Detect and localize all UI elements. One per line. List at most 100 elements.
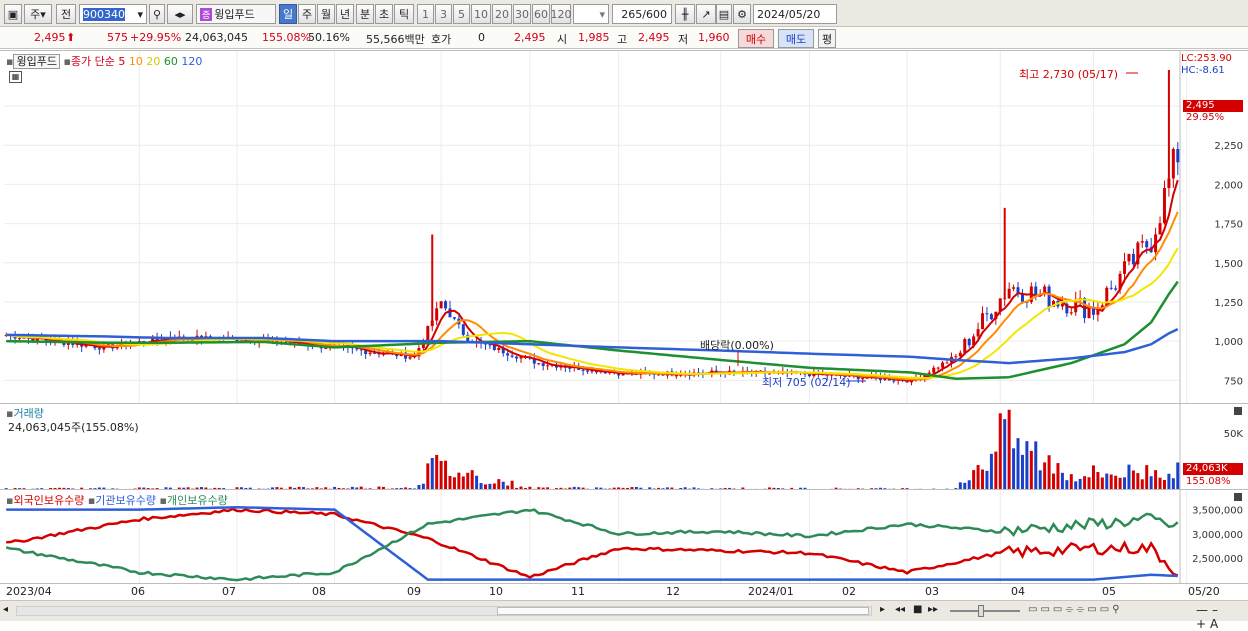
toolbar: ▣ 주 ▾ 전 900340 ▾ ⚲ ◂▸ 증 윙입푸드 일 주 월 년 분 초 틱 … [0, 0, 1248, 27]
low-label: 저 [678, 33, 689, 46]
chevron-down-icon[interactable]: ▾ [137, 8, 143, 21]
candle-body [435, 308, 439, 321]
zoom-controls-icon[interactable]: —–+A [1196, 603, 1248, 631]
foreign-holdings-line [6, 507, 1179, 579]
holdings-legend: ▪외국인보유수량 ▪기관보유수량 ▪개인보유수량 [6, 492, 228, 508]
panel-close-icon[interactable] [1234, 407, 1242, 415]
candle-body [1060, 303, 1064, 307]
volume-panel: 50K ▪거래량 24,063,045주(155.08%) 24,063K 15… [0, 403, 1248, 490]
scroll-right-icon[interactable]: ▸ [880, 604, 885, 615]
volume-bar [1043, 462, 1047, 490]
volume-bar [1145, 465, 1149, 490]
volume-bar [1007, 409, 1011, 490]
fast-forward-icon[interactable]: ▸▸ [928, 604, 938, 615]
volume-chart-svg[interactable]: 50K [0, 404, 1248, 490]
x-label-3: 08 [312, 585, 326, 598]
open-label: 시 [557, 33, 568, 46]
candle-body [541, 363, 545, 367]
stock-code-input[interactable]: 900340 ▾ [79, 4, 147, 24]
volume-bar [430, 458, 434, 490]
volume-bar [1109, 474, 1113, 490]
save-icon[interactable]: ▤ [716, 4, 732, 24]
volume-bar [985, 470, 989, 490]
candle-body [967, 339, 971, 346]
drawing-tools-icon[interactable]: ▭▭▭⌯⌯▭▭⚲ [1028, 604, 1123, 615]
volume-pct: 155.08% [262, 31, 311, 44]
candle-body [1034, 286, 1038, 295]
market-select[interactable]: 주 ▾ [24, 4, 52, 24]
volume-value-label: 24,063,045주(155.08%) [8, 421, 139, 434]
candle-body [546, 365, 550, 367]
quote-label: 호가 [431, 33, 452, 46]
interval-custom-select[interactable]: ▾ [573, 4, 609, 24]
candle-body [1109, 287, 1113, 289]
tab-period-4[interactable]: 분 [356, 4, 374, 24]
calculator-icon[interactable]: ▦ [9, 71, 22, 83]
gear-icon[interactable]: ⚙ [733, 4, 751, 24]
x-label-6: 11 [571, 585, 585, 598]
candle-body [963, 339, 967, 353]
candle-body [18, 338, 22, 340]
stock-name: 윙입푸드 [214, 8, 255, 21]
line-tool-icon[interactable]: ↗ [696, 4, 716, 24]
tab-period-1[interactable]: 주 [298, 4, 316, 24]
interval-button-1[interactable]: 3 [435, 4, 452, 24]
interval-button-6[interactable]: 60 [532, 4, 550, 24]
volume-bar [1056, 463, 1060, 490]
candle-body [989, 314, 993, 320]
rewind-icon[interactable]: ◂◂ [895, 604, 905, 615]
candle-body [1162, 188, 1166, 224]
candle-body [936, 367, 940, 369]
current-price: 2,495 [34, 31, 66, 44]
x-label-2: 07 [222, 585, 236, 598]
interval-button-4[interactable]: 20 [492, 4, 512, 24]
tab-period-3[interactable]: 년 [336, 4, 354, 24]
low-annotation: 최저 705 (02/14) [762, 376, 851, 389]
prev-button[interactable]: 전 [56, 4, 76, 24]
y-tick-label: 1,250 [1214, 298, 1243, 309]
volume-bar [466, 472, 470, 490]
window-menu-icon[interactable]: ▣ [4, 4, 22, 24]
stop-icon[interactable]: ■ [913, 604, 922, 615]
volume-bar [1052, 473, 1056, 490]
tab-period-5[interactable]: 초 [375, 4, 393, 24]
volume-bar [444, 460, 448, 490]
candle-body [1131, 253, 1135, 265]
sell-button[interactable]: 매도 [778, 29, 814, 48]
zoom-slider-handle[interactable] [978, 605, 984, 617]
volume-bar [1154, 470, 1158, 490]
scroll-left-icon[interactable]: ◂ [3, 604, 8, 615]
interval-button-3[interactable]: 10 [471, 4, 491, 24]
count-input[interactable]: 265/600 [612, 4, 672, 24]
buy-button[interactable]: 매수 [738, 29, 774, 48]
institution-holdings-line [6, 505, 1178, 581]
lc-label: LC:253.90 [1181, 53, 1232, 64]
candle-icon[interactable]: ╫ [675, 4, 695, 24]
horizontal-scrollbar[interactable] [16, 606, 872, 616]
panel-close-icon[interactable] [1234, 493, 1242, 501]
date-input[interactable]: 2024/05/20 [753, 4, 837, 24]
scroll-thumb[interactable] [497, 607, 869, 615]
tab-period-0[interactable]: 일 [279, 4, 297, 24]
zoom-slider[interactable] [950, 610, 1020, 612]
price-chart-svg[interactable]: 7501,0001,2501,5001,7502,0002,2502,500 [0, 51, 1248, 404]
eval-button[interactable]: 평 [818, 29, 836, 48]
legend-ma5: 5 [118, 55, 126, 68]
tab-period-6[interactable]: 틱 [394, 4, 414, 24]
up-arrow-icon: ⬆ [66, 31, 76, 44]
interval-button-2[interactable]: 5 [453, 4, 470, 24]
x-label-0: 2023/04 [6, 585, 52, 598]
individual-holdings-line [5, 508, 1179, 582]
speaker-icon[interactable]: ◂▸ [167, 4, 193, 24]
volume-value: 24,063,045 [185, 31, 248, 44]
tab-period-2[interactable]: 월 [317, 4, 335, 24]
candle-body [426, 326, 430, 342]
interval-button-7[interactable]: 120 [551, 4, 572, 24]
interval-button-0[interactable]: 1 [417, 4, 434, 24]
interval-button-5[interactable]: 30 [513, 4, 531, 24]
search-icon[interactable]: ⚲ [149, 4, 165, 24]
candle-body [408, 357, 412, 359]
holdings-panel: 2,500,000 3,000,000 3,500,000 ▪외국인보유수량 ▪기관… [0, 489, 1248, 584]
stock-name-field[interactable]: 증 윙입푸드 [196, 4, 276, 24]
volume-bar [439, 460, 443, 490]
